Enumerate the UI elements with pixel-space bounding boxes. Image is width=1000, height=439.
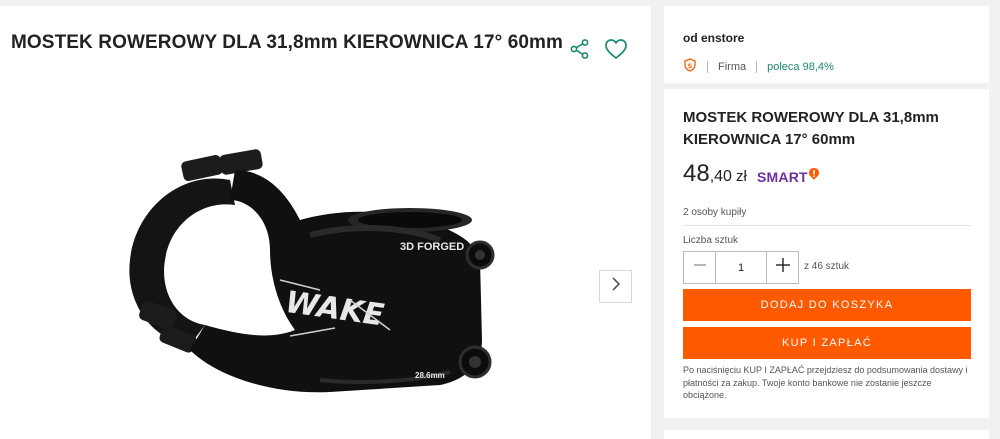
product-title: MOSTEK ROWEROWY DLA 31,8mm KIEROWNICA 17… [11, 32, 564, 53]
seller-meta: S Firma poleca 98,4% [683, 58, 834, 75]
price-decimal: ,40 [709, 168, 732, 185]
divider [756, 60, 758, 73]
heart-icon[interactable] [604, 38, 628, 60]
offer-title: MOSTEK ROWEROWY DLA 31,8mm KIEROWNICA 17… [683, 109, 939, 148]
quantity-input[interactable] [716, 251, 766, 284]
seller-rating[interactable]: poleca 98,4% [767, 61, 834, 73]
next-image-button[interactable] [599, 270, 632, 303]
quantity-label: Liczba sztuk [683, 235, 739, 246]
share-icon[interactable] [569, 38, 591, 60]
smart-icon [808, 167, 820, 186]
quantity-stepper [683, 251, 799, 284]
minus-icon [693, 258, 707, 277]
product-gallery-panel: MOSTEK ROWEROWY DLA 31,8mm KIEROWNICA 17… [0, 6, 651, 439]
image-forged-text: 3D FORGED [400, 241, 464, 253]
decrement-button[interactable] [683, 251, 716, 284]
next-card [664, 430, 989, 439]
chevron-right-icon [611, 277, 621, 296]
buy-now-button[interactable]: KUP I ZAPŁAĆ [683, 327, 971, 359]
seller-name[interactable]: od enstore [683, 31, 744, 45]
quantity-available: z 46 sztuk [804, 261, 850, 272]
divider [707, 60, 708, 73]
add-to-cart-button[interactable]: DODAJ DO KOSZYKA [683, 289, 971, 321]
seller-type: Firma [718, 60, 747, 73]
super-seller-icon: S [683, 58, 697, 75]
purchase-note: Po naciśnięciu KUP I ZAPŁAĆ przejdziesz … [683, 365, 968, 400]
price-integer: 48 [683, 160, 710, 187]
plus-icon [775, 257, 791, 278]
divider [683, 225, 971, 226]
increment-button[interactable] [766, 251, 799, 284]
buy-box: MOSTEK ROWEROWY DLA 31,8mm KIEROWNICA 17… [664, 89, 989, 418]
svg-text:S: S [688, 62, 693, 70]
smart-label: SMART [757, 168, 808, 185]
price-currency: zł [735, 168, 747, 185]
image-size-text: 28.6mm [415, 371, 445, 380]
seller-card: od enstore S Firma poleca 98,4% [664, 6, 989, 83]
bought-count: 2 osoby kupiły [683, 207, 747, 218]
smart-badge[interactable]: SMART [757, 167, 820, 186]
price: 48 ,40 zł [683, 160, 747, 188]
product-image[interactable]: WAKE 3D FORGED 28.6mm [120, 140, 520, 400]
